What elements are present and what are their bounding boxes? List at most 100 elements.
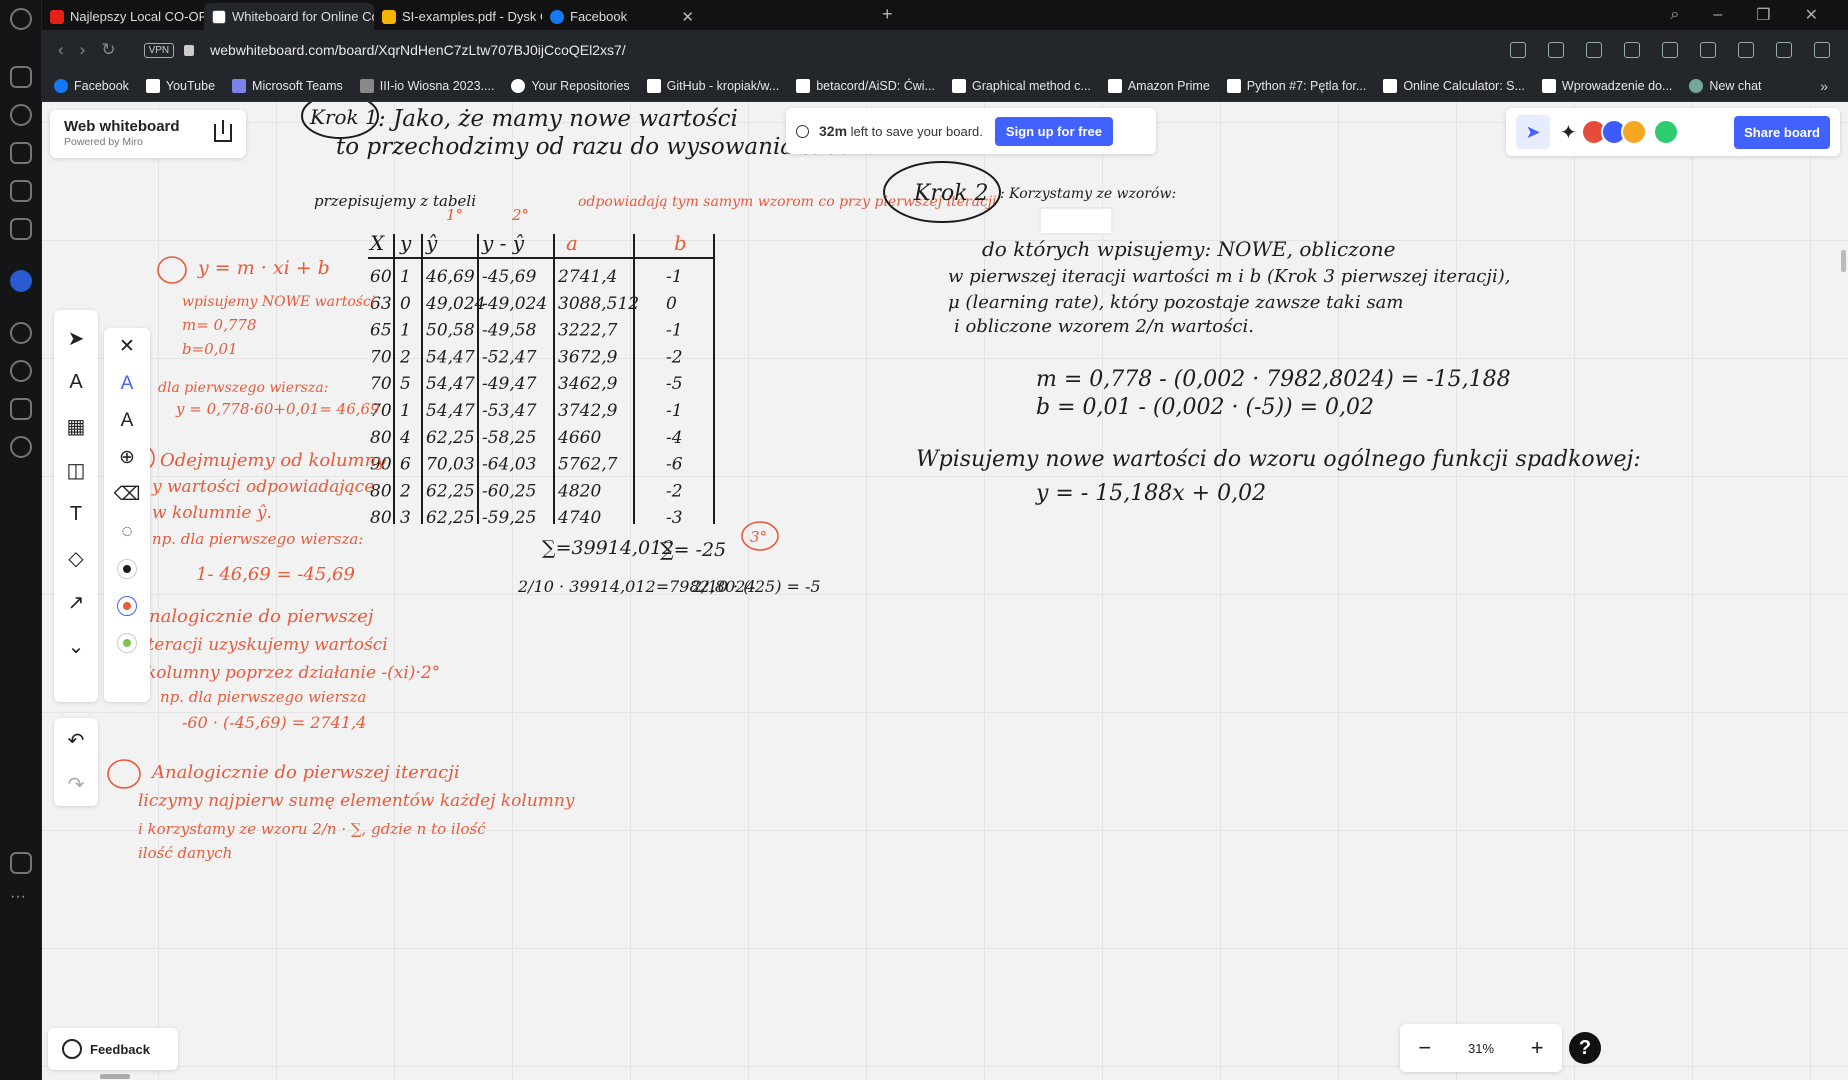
speed-dial-icon[interactable] bbox=[10, 104, 32, 126]
close-icon[interactable]: ✕ bbox=[104, 328, 150, 365]
zoom-level: 31% bbox=[1467, 1040, 1495, 1056]
download-icon[interactable] bbox=[1776, 42, 1792, 58]
undo-icon[interactable]: ↶ bbox=[54, 718, 98, 762]
color-green[interactable] bbox=[104, 624, 150, 661]
shape-pen-icon[interactable]: ⊕ bbox=[104, 439, 150, 476]
lasso-icon[interactable]: ◌ bbox=[104, 513, 150, 550]
bookmark[interactable]: Python #7: Pętla for... bbox=[1226, 78, 1366, 93]
table-cell: 62,25 bbox=[426, 428, 475, 448]
arrow-tool-icon[interactable]: ↗ bbox=[54, 580, 98, 624]
new-tab-plus-icon[interactable]: + bbox=[882, 4, 893, 25]
extensions-icon[interactable] bbox=[10, 218, 32, 240]
vertical-scrollbar[interactable] bbox=[1841, 250, 1846, 272]
maximize-icon[interactable]: ❐ bbox=[1756, 5, 1770, 25]
signup-button[interactable]: Sign up for free bbox=[994, 116, 1113, 146]
bookmark[interactable]: Microsoft Teams bbox=[232, 78, 343, 93]
color-orange[interactable] bbox=[104, 587, 150, 624]
whiteboard-canvas[interactable]: Krok 1 : Jako, że mamy nowe wartości to … bbox=[42, 102, 1848, 1080]
bookmark[interactable]: Your Repositories bbox=[511, 78, 630, 93]
horizontal-scrollbar[interactable] bbox=[100, 1074, 130, 1079]
bookmark[interactable]: New chat bbox=[1689, 78, 1762, 93]
template-tool-icon[interactable]: ▦ bbox=[54, 404, 98, 448]
bag-icon[interactable] bbox=[10, 142, 32, 164]
more-tools-icon[interactable]: ⌄ bbox=[54, 624, 98, 668]
cube-icon[interactable] bbox=[10, 398, 32, 420]
avatar[interactable] bbox=[1620, 119, 1647, 145]
gamepad-icon[interactable] bbox=[10, 66, 32, 88]
bookmark[interactable]: YouTube bbox=[145, 78, 215, 93]
export-icon[interactable] bbox=[214, 120, 232, 142]
back-icon[interactable]: ‹ bbox=[58, 40, 64, 60]
drive-icon bbox=[382, 9, 396, 24]
twitch-icon[interactable] bbox=[10, 180, 32, 202]
pen-tool-icon[interactable]: A bbox=[54, 360, 98, 404]
sticky-note-icon[interactable]: ◫ bbox=[54, 448, 98, 492]
bookmark[interactable]: Graphical method c... bbox=[952, 78, 1091, 93]
more-bookmarks-icon[interactable]: » bbox=[1820, 78, 1828, 94]
opera-logo-icon[interactable] bbox=[10, 8, 32, 30]
zoom-in-icon[interactable]: + bbox=[1531, 1035, 1544, 1061]
pen-icon[interactable]: A bbox=[104, 365, 150, 402]
page-icon bbox=[1541, 78, 1556, 93]
page-icon bbox=[796, 78, 811, 93]
bookmark[interactable]: Wprowadzenie do... bbox=[1541, 78, 1672, 93]
table-cell: -52,47 bbox=[482, 347, 537, 367]
more-icon[interactable]: ··· bbox=[10, 888, 26, 906]
bookmark[interactable]: GitHub - kropiak/w... bbox=[646, 78, 779, 93]
feedback-button[interactable]: Feedback bbox=[48, 1028, 178, 1070]
tab[interactable]: Najlepszy Local CO-OP W✕ bbox=[42, 3, 204, 30]
celebrate-icon[interactable]: ✦ bbox=[1560, 120, 1577, 145]
table-cell: 80 bbox=[370, 428, 392, 448]
cursor-select-icon[interactable]: ➤ bbox=[1516, 115, 1550, 149]
help-button[interactable]: ? bbox=[1569, 1032, 1601, 1064]
screenshot-icon[interactable] bbox=[10, 852, 32, 874]
color-black[interactable] bbox=[104, 550, 150, 587]
settings-icon[interactable] bbox=[10, 436, 32, 458]
krok2-line: do których wpisujemy: NOWE, obliczone bbox=[982, 237, 1395, 261]
zoom-out-icon[interactable]: − bbox=[1418, 1035, 1431, 1061]
bookmark[interactable]: betacord/AiSD: Ćwi... bbox=[796, 78, 935, 93]
history-icon[interactable] bbox=[10, 360, 32, 382]
left-note-line: 1- 46,69 = -45,69 bbox=[196, 564, 355, 585]
tab[interactable]: Whiteboard for Online Coll✕ bbox=[204, 3, 374, 30]
table-cell: 2 bbox=[399, 481, 411, 501]
redo-icon[interactable]: ↷ bbox=[54, 762, 98, 806]
text-tool-icon[interactable]: T bbox=[54, 492, 98, 536]
share-board-button[interactable]: Share board bbox=[1734, 115, 1830, 149]
bookmark[interactable]: Online Calculator: S... bbox=[1383, 78, 1525, 93]
m-formula: m = 0,778 - (0,002 · 7982,8024) = -15,18… bbox=[1036, 367, 1511, 392]
vpn-badge[interactable]: VPN bbox=[143, 42, 175, 58]
marker-icon[interactable]: A bbox=[104, 402, 150, 439]
shield-icon[interactable] bbox=[1586, 42, 1602, 58]
tab[interactable]: SI-examples.pdf - Dysk Goo✕ bbox=[374, 3, 542, 30]
save-timer-card: 32m left to save your board. Sign up for… bbox=[786, 108, 1156, 154]
bookmark[interactable]: Facebook bbox=[54, 78, 129, 93]
search-tabs-icon[interactable]: ⌕ bbox=[1670, 6, 1679, 24]
cube-icon[interactable] bbox=[1700, 42, 1716, 58]
left-note-line: y = 0,778·60+0,01= 46,69 bbox=[175, 400, 380, 418]
profile-icon[interactable] bbox=[1738, 42, 1754, 58]
messenger-icon[interactable] bbox=[10, 270, 32, 292]
camera-icon[interactable] bbox=[1548, 42, 1564, 58]
minimize-icon[interactable]: – bbox=[1713, 6, 1722, 24]
main-toolbar: ➤ A ▦ ◫ T ◇ ↗ ⌄ bbox=[54, 310, 98, 702]
send-icon[interactable] bbox=[1624, 42, 1640, 58]
bookmark[interactable]: III-io Wiosna 2023.... bbox=[359, 78, 494, 93]
krok1-label: Krok 1 bbox=[309, 105, 378, 129]
eraser-icon[interactable]: ⌫ bbox=[104, 476, 150, 513]
bookmark[interactable]: Amazon Prime bbox=[1107, 78, 1210, 93]
close-icon[interactable]: ✕ bbox=[673, 8, 694, 26]
heart-icon[interactable] bbox=[10, 322, 32, 344]
shapes-tool-icon[interactable]: ◇ bbox=[54, 536, 98, 580]
select-tool-icon[interactable]: ➤ bbox=[54, 316, 98, 360]
reload-icon[interactable]: ↻ bbox=[101, 40, 115, 60]
close-window-icon[interactable]: ✕ bbox=[1805, 5, 1818, 25]
table-cell: 3 bbox=[400, 508, 411, 528]
heart-icon[interactable] bbox=[1662, 42, 1678, 58]
forward-icon[interactable]: › bbox=[80, 40, 86, 60]
share-page-icon[interactable] bbox=[1510, 42, 1526, 58]
avatar[interactable] bbox=[1652, 119, 1679, 145]
url-field[interactable]: webwhiteboard.com/board/XqrNdHenC7zLtw70… bbox=[210, 42, 626, 58]
tab[interactable]: Facebook ✕ bbox=[542, 3, 702, 30]
menu-icon[interactable] bbox=[1814, 42, 1830, 58]
